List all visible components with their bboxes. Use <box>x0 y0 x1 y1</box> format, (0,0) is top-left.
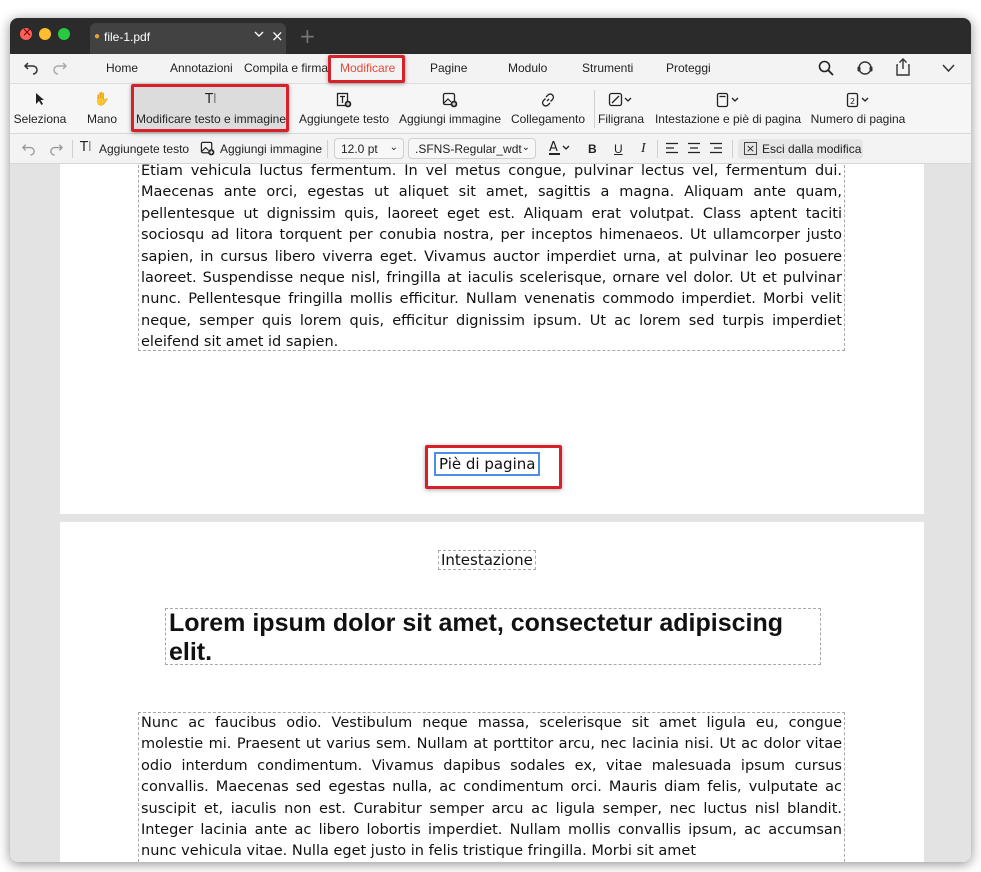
footer-text-box[interactable]: Piè di pagina <box>434 452 541 476</box>
watermark-button[interactable]: Filigrana <box>596 84 646 134</box>
bold-button[interactable]: B <box>588 142 597 156</box>
tab-title: file-1.pdf <box>104 30 151 44</box>
page-title[interactable]: Lorem ipsum dolor sit amet, consectetur … <box>165 608 821 666</box>
document-viewport[interactable]: Etiam vehicula luctus fermentum. In vel … <box>10 164 971 862</box>
text-color-icon[interactable]: A <box>548 139 572 160</box>
hand-icon: ✋ <box>93 92 111 107</box>
chevron-down-icon[interactable] <box>942 62 955 76</box>
title-bar: ● file-1.pdf × + <box>10 18 971 54</box>
header-footer-icon <box>652 92 804 112</box>
undo-icon[interactable] <box>23 59 39 78</box>
zoom-window-button[interactable] <box>58 28 70 40</box>
watermark-icon <box>596 92 646 112</box>
unsaved-dot-icon: ● <box>94 31 101 42</box>
pdf-page-1: Etiam vehicula luctus fermentum. In vel … <box>60 164 924 514</box>
svg-text:2: 2 <box>850 97 855 106</box>
font-family-value: .SFNS-Regular_wdt <box>415 142 522 156</box>
exit-edit-label: Esci dalla modifica <box>762 142 862 156</box>
format-add-text-button[interactable]: Aggiungete testo <box>99 142 189 156</box>
link-icon <box>508 92 588 112</box>
close-window-button[interactable] <box>20 25 32 40</box>
new-tab-button[interactable]: + <box>299 24 316 48</box>
add-text-icon <box>294 92 394 112</box>
menu-tools[interactable]: Strumenti <box>582 61 633 75</box>
align-left-icon[interactable] <box>665 142 679 157</box>
text-cursor-icon: TI <box>205 92 217 107</box>
align-center-icon[interactable] <box>687 142 701 157</box>
exit-edit-button[interactable]: × Esci dalla modifica <box>738 139 863 159</box>
header-footer-label: Intestazione e piè di pagina <box>654 112 802 126</box>
add-image-small-icon[interactable] <box>200 141 215 159</box>
add-image-label: Aggiungi immagine <box>398 112 502 126</box>
format-divider <box>327 140 328 158</box>
chevron-down-icon: ⌄ <box>521 142 530 153</box>
menu-form[interactable]: Modulo <box>508 61 547 75</box>
search-icon[interactable] <box>818 60 834 79</box>
format-divider <box>72 140 73 158</box>
align-right-icon[interactable] <box>709 142 723 157</box>
italic-button[interactable]: I <box>641 141 646 157</box>
font-size-select[interactable]: 12.0 pt ⌄ <box>334 138 404 159</box>
share-icon[interactable] <box>895 58 911 79</box>
link-button[interactable]: Collegamento <box>508 84 588 134</box>
page-number-icon: 2 <box>808 92 908 112</box>
menu-protect[interactable]: Proteggi <box>666 61 711 75</box>
page-number-label: Numero di pagina <box>810 112 906 126</box>
pdf-page-2: Intestazione Lorem ipsum dolor sit amet,… <box>60 522 924 862</box>
text-block[interactable]: Nunc ac faucibus odio. Vestibulum neque … <box>138 712 845 862</box>
document-tab[interactable]: ● file-1.pdf × <box>90 23 286 54</box>
edit-ribbon: Seleziona ✋ Mano TI Modificare testo e i… <box>10 84 971 134</box>
menu-home[interactable]: Home <box>106 61 138 75</box>
minimize-window-button[interactable] <box>39 28 51 40</box>
hand-tool-button[interactable]: ✋ Mano <box>77 84 127 134</box>
hand-label: Mano <box>86 112 118 126</box>
format-divider <box>732 140 733 158</box>
page-number-button[interactable]: 2 Numero di pagina <box>808 84 908 134</box>
font-size-value: 12.0 pt <box>341 142 378 156</box>
format-divider <box>657 140 658 158</box>
tab-chevron-down-icon[interactable] <box>254 28 264 42</box>
add-text-small-icon[interactable]: TI <box>80 140 92 155</box>
header-footer-button[interactable]: Intestazione e piè di pagina <box>652 84 804 134</box>
svg-text:A: A <box>549 140 558 155</box>
add-text-button[interactable]: Aggiungete testo <box>294 84 394 134</box>
close-tab-icon[interactable]: × <box>271 27 284 45</box>
menu-fill-sign[interactable]: Compila e firma <box>244 61 328 75</box>
font-family-select[interactable]: .SFNS-Regular_wdt ⌄ <box>408 138 536 159</box>
add-image-icon <box>398 92 502 112</box>
app-window: ● file-1.pdf × + Home Annotazioni Compil… <box>10 18 971 862</box>
redo-icon[interactable] <box>52 59 68 78</box>
select-tool-button[interactable]: Seleziona <box>10 84 70 134</box>
underline-button[interactable]: U <box>614 142 623 156</box>
headset-icon[interactable] <box>856 59 874 80</box>
format-redo-icon[interactable] <box>49 141 64 159</box>
header-text-box[interactable]: Intestazione <box>438 550 536 570</box>
add-image-button[interactable]: Aggiungi immagine <box>398 84 502 134</box>
format-undo-icon[interactable] <box>21 141 36 159</box>
menu-edit[interactable]: Modificare <box>340 61 395 75</box>
menu-annotations[interactable]: Annotazioni <box>170 61 233 75</box>
text-block[interactable]: Etiam vehicula luctus fermentum. In vel … <box>138 164 845 351</box>
select-label: Seleziona <box>13 112 67 126</box>
link-label: Collegamento <box>510 112 586 126</box>
menu-pages[interactable]: Pagine <box>430 61 467 75</box>
add-text-label: Aggiungete testo <box>298 112 390 126</box>
watermark-label: Filigrana <box>597 112 645 126</box>
close-box-icon: × <box>744 142 757 155</box>
chevron-down-icon: ⌄ <box>389 142 398 153</box>
text-format-bar: TI Aggiungete testo Aggiungi immagine 12… <box>10 134 971 164</box>
format-add-image-button[interactable]: Aggiungi immagine <box>220 142 322 156</box>
edit-text-image-label: Modificare testo e immagine <box>135 112 287 126</box>
edit-text-image-button[interactable]: TI Modificare testo e immagine <box>134 84 288 134</box>
pointer-icon <box>10 92 70 110</box>
main-menu: Home Annotazioni Compila e firma Modific… <box>10 54 971 84</box>
ribbon-divider <box>594 90 595 128</box>
